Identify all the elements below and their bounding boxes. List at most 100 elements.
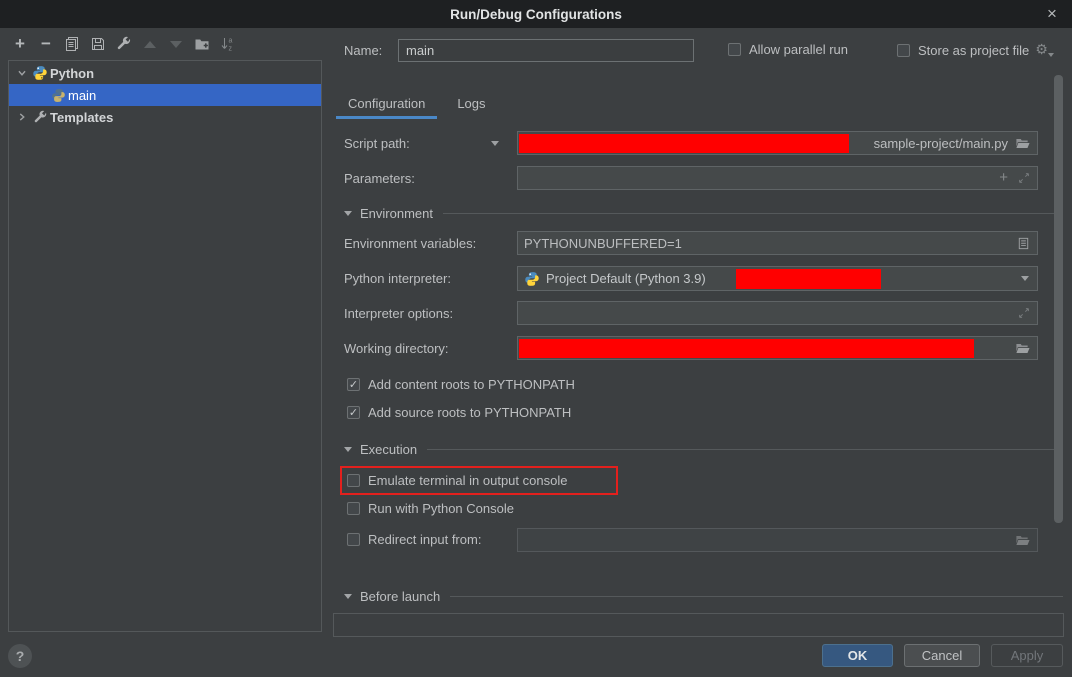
edit-templates-wrench-icon[interactable] <box>116 36 132 52</box>
store-options-gear-icon[interactable]: ⚙ <box>1035 42 1053 58</box>
collapse-triangle-icon <box>344 594 352 599</box>
tab-bar: Configuration Logs <box>336 90 498 120</box>
cancel-button-label: Cancel <box>922 648 962 663</box>
store-as-project-file-checkbox-row[interactable]: Store as project file ⚙ <box>897 42 1053 58</box>
environment-section-header[interactable]: Environment <box>344 206 1063 221</box>
vertical-scrollbar-thumb[interactable] <box>1054 75 1063 523</box>
section-rule <box>450 596 1063 597</box>
help-button[interactable]: ? <box>8 644 32 668</box>
section-label: Environment <box>360 206 433 221</box>
emulate-terminal-row[interactable]: Emulate terminal in output console <box>347 473 567 488</box>
section-label: Execution <box>360 442 417 457</box>
run-with-python-console-label: Run with Python Console <box>368 501 514 516</box>
tab-configuration[interactable]: Configuration <box>336 90 437 119</box>
redaction-overlay <box>736 269 881 289</box>
python-interpreter-label: Python interpreter: <box>344 271 451 287</box>
script-path-dropdown-icon[interactable] <box>491 141 499 146</box>
help-glyph: ? <box>16 648 25 664</box>
redirect-input-row[interactable]: Redirect input from: <box>347 532 481 547</box>
python-interpreter-value: Project Default (Python 3.9) <box>546 271 706 286</box>
script-path-label: Script path: <box>344 136 410 152</box>
browse-folder-icon[interactable] <box>1014 341 1031 356</box>
python-icon <box>32 65 48 81</box>
redaction-overlay <box>519 134 849 153</box>
svg-text:a: a <box>229 38 233 45</box>
python-script-icon <box>50 87 66 103</box>
close-icon[interactable]: × <box>1042 0 1062 28</box>
templates-wrench-icon <box>32 109 48 125</box>
emulate-terminal-checkbox[interactable] <box>347 474 360 487</box>
tree-item-label: Python <box>50 66 94 81</box>
expand-field-icon[interactable] <box>1017 171 1031 185</box>
remove-configuration-button[interactable]: − <box>38 36 54 52</box>
add-macro-icon[interactable]: + <box>999 171 1008 185</box>
chevron-down-icon[interactable] <box>14 65 30 81</box>
script-path-value: sample-project/main.py <box>874 136 1008 151</box>
parameters-field[interactable]: + <box>517 166 1038 190</box>
add-content-roots-row[interactable]: Add content roots to PYTHONPATH <box>347 377 575 392</box>
add-source-roots-checkbox[interactable] <box>347 406 360 419</box>
name-label: Name: <box>344 43 382 59</box>
script-path-field[interactable]: sample-project/main.py <box>517 131 1038 155</box>
collapse-triangle-icon <box>344 447 352 452</box>
expand-field-icon[interactable] <box>1017 306 1031 320</box>
tab-label: Logs <box>457 96 485 111</box>
apply-button[interactable]: Apply <box>991 644 1063 667</box>
cancel-button[interactable]: Cancel <box>904 644 980 667</box>
redirect-input-checkbox[interactable] <box>347 533 360 546</box>
add-source-roots-label: Add source roots to PYTHONPATH <box>368 405 571 420</box>
python-interpreter-combo[interactable]: Project Default (Python 3.9) <box>517 266 1038 291</box>
move-down-icon[interactable] <box>168 36 184 52</box>
section-rule <box>427 449 1063 450</box>
execution-section-header[interactable]: Execution <box>344 442 1063 457</box>
new-folder-icon[interactable] <box>194 36 210 52</box>
ok-button[interactable]: OK <box>822 644 893 667</box>
copy-configuration-icon[interactable] <box>64 36 80 52</box>
name-input[interactable] <box>398 39 694 62</box>
allow-parallel-run-label: Allow parallel run <box>749 42 848 57</box>
add-configuration-button[interactable]: + <box>12 36 28 52</box>
chevron-down-icon[interactable] <box>1021 276 1029 281</box>
collapse-triangle-icon <box>344 211 352 216</box>
run-with-python-console-row[interactable]: Run with Python Console <box>347 501 514 516</box>
section-label: Before launch <box>360 589 440 604</box>
add-source-roots-row[interactable]: Add source roots to PYTHONPATH <box>347 405 571 420</box>
tree-item-templates[interactable]: Templates <box>9 106 321 128</box>
browse-folder-icon[interactable] <box>1014 136 1031 151</box>
store-as-project-file-checkbox[interactable] <box>897 44 910 57</box>
tree-item-label: Templates <box>50 110 113 125</box>
tab-label: Configuration <box>348 96 425 111</box>
ok-button-label: OK <box>848 648 868 663</box>
section-rule <box>443 213 1063 214</box>
environment-variables-field[interactable]: PYTHONUNBUFFERED=1 <box>517 231 1038 255</box>
save-configuration-icon[interactable] <box>90 36 106 52</box>
configurations-tree: Python main Templates <box>8 60 322 632</box>
run-debug-configurations-dialog: Run/Debug Configurations × + − <box>0 0 1072 677</box>
redaction-overlay <box>519 339 974 358</box>
before-launch-tasks-list[interactable] <box>333 613 1064 637</box>
svg-text:z: z <box>229 46 233 53</box>
redirect-input-label: Redirect input from: <box>368 532 481 547</box>
move-up-icon[interactable] <box>142 36 158 52</box>
sort-alphabetically-icon[interactable]: a z <box>220 36 236 52</box>
title-bar: Run/Debug Configurations × <box>0 0 1072 28</box>
edit-variables-list-icon[interactable] <box>1016 236 1031 251</box>
emulate-terminal-label: Emulate terminal in output console <box>368 473 567 488</box>
run-with-python-console-checkbox[interactable] <box>347 502 360 515</box>
working-directory-field[interactable] <box>517 336 1038 360</box>
browse-folder-icon[interactable] <box>1014 533 1031 548</box>
tree-item-label: main <box>68 88 96 103</box>
chevron-right-icon[interactable] <box>14 109 30 125</box>
before-launch-section-header[interactable]: Before launch <box>344 589 1063 604</box>
add-content-roots-checkbox[interactable] <box>347 378 360 391</box>
interpreter-options-label: Interpreter options: <box>344 306 453 322</box>
allow-parallel-run-checkbox-row[interactable]: Allow parallel run <box>728 42 848 57</box>
tree-item-python[interactable]: Python <box>9 62 321 84</box>
redirect-input-field[interactable] <box>517 528 1038 552</box>
allow-parallel-run-checkbox[interactable] <box>728 43 741 56</box>
interpreter-options-field[interactable] <box>517 301 1038 325</box>
tab-logs[interactable]: Logs <box>445 90 497 119</box>
store-as-project-file-label: Store as project file <box>918 43 1029 58</box>
tree-item-main[interactable]: main <box>9 84 321 106</box>
parameters-label: Parameters: <box>344 171 415 187</box>
